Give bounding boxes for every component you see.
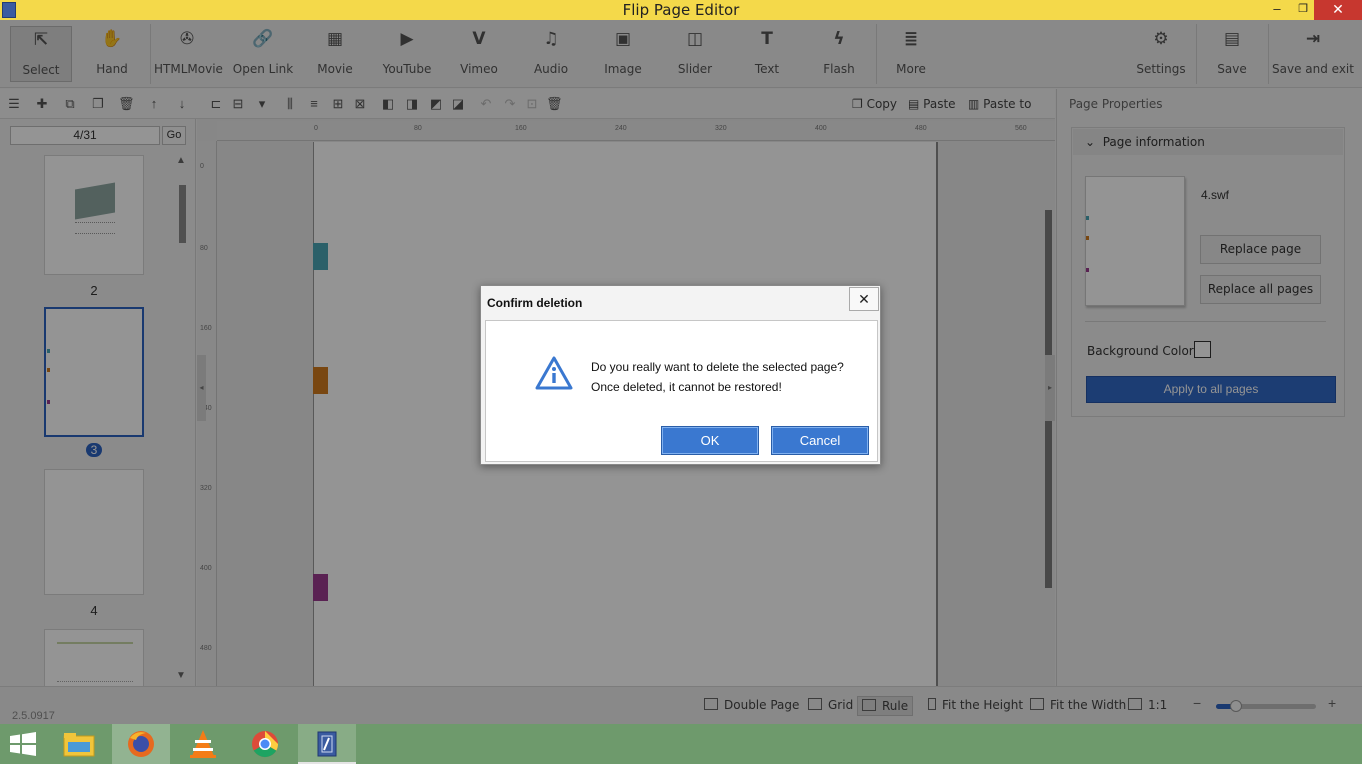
firefox-icon[interactable] xyxy=(112,724,170,764)
window-title: Flip Page Editor xyxy=(622,1,740,19)
cancel-button[interactable]: Cancel xyxy=(771,426,869,455)
confirm-deletion-dialog: Confirm deletion ✕ Do you really want to… xyxy=(480,285,881,465)
dialog-title: Confirm deletion xyxy=(487,296,583,310)
ok-button[interactable]: OK xyxy=(661,426,759,455)
dialog-message: Do you really want to delete the selecte… xyxy=(591,360,844,394)
close-window-button[interactable]: ✕ xyxy=(1314,0,1362,20)
flip-page-editor-icon[interactable] xyxy=(298,724,356,764)
dialog-close-button[interactable]: ✕ xyxy=(849,287,879,311)
dialog-body: Do you really want to delete the selecte… xyxy=(485,320,878,462)
title-bar: Flip Page Editor – ❐ ✕ xyxy=(0,0,1362,20)
file-explorer-icon[interactable] xyxy=(50,724,108,764)
chrome-icon[interactable] xyxy=(236,724,294,764)
info-icon xyxy=(534,355,574,394)
vlc-icon[interactable] xyxy=(174,724,232,764)
taskbar xyxy=(0,724,1362,764)
